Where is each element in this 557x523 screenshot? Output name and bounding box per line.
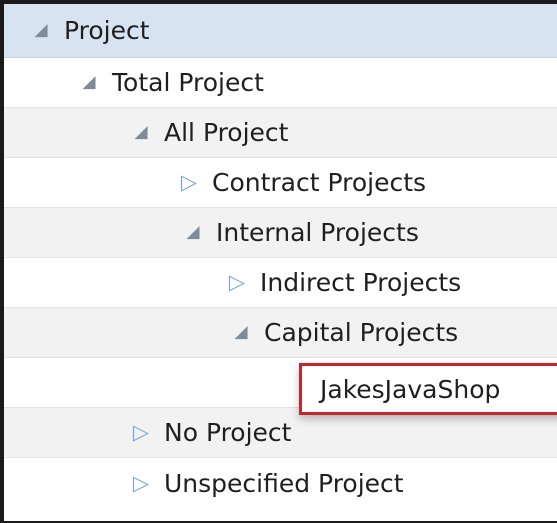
tree-row-project[interactable]: ◢ Project xyxy=(4,4,557,58)
tree-row-label: Capital Projects xyxy=(264,318,459,347)
tree-row-label: Project xyxy=(64,16,150,45)
tree-row-label: JakesJavaShop xyxy=(320,374,501,404)
tree-row-label: Internal Projects xyxy=(216,218,419,247)
tree-row-label: Total Project xyxy=(112,68,264,97)
collapsed-triangle-icon[interactable]: ▷ xyxy=(178,172,200,193)
expanded-triangle-icon[interactable]: ◢ xyxy=(230,324,252,341)
expanded-triangle-icon[interactable]: ◢ xyxy=(78,74,100,91)
collapsed-triangle-icon[interactable]: ▷ xyxy=(130,422,152,443)
collapsed-triangle-icon[interactable]: ▷ xyxy=(130,472,152,494)
tree-row-indirect-projects[interactable]: ▷ Indirect Projects xyxy=(4,258,557,308)
tree-row-label: Unspecified Project xyxy=(164,468,404,498)
tree-row-capital-projects[interactable]: ◢ Capital Projects xyxy=(4,308,557,358)
tree-row-jakesjavashop[interactable]: JakesJavaShop xyxy=(299,363,557,415)
collapsed-triangle-icon[interactable]: ▷ xyxy=(226,272,248,293)
tree-row-all-project[interactable]: ◢ All Project xyxy=(4,108,557,158)
tree-row-label: Indirect Projects xyxy=(260,268,462,297)
expanded-triangle-icon[interactable]: ◢ xyxy=(130,124,152,141)
tree-row-label: Contract Projects xyxy=(212,168,427,197)
expanded-triangle-icon[interactable]: ◢ xyxy=(30,22,52,39)
tree-row-contract-projects[interactable]: ▷ Contract Projects xyxy=(4,158,557,208)
tree-row-label: All Project xyxy=(164,118,289,147)
tree-row-total-project[interactable]: ◢ Total Project xyxy=(4,58,557,108)
project-tree: ◢ Project ◢ Total Project ◢ All Project … xyxy=(0,0,557,523)
tree-row-no-project[interactable]: ▷ No Project xyxy=(4,408,557,458)
tree-row-internal-projects[interactable]: ◢ Internal Projects xyxy=(4,208,557,258)
tree-row-label: No Project xyxy=(164,418,292,447)
tree-row-unspecified-project[interactable]: ▷ Unspecified Project xyxy=(4,458,557,508)
expanded-triangle-icon[interactable]: ◢ xyxy=(182,224,204,241)
